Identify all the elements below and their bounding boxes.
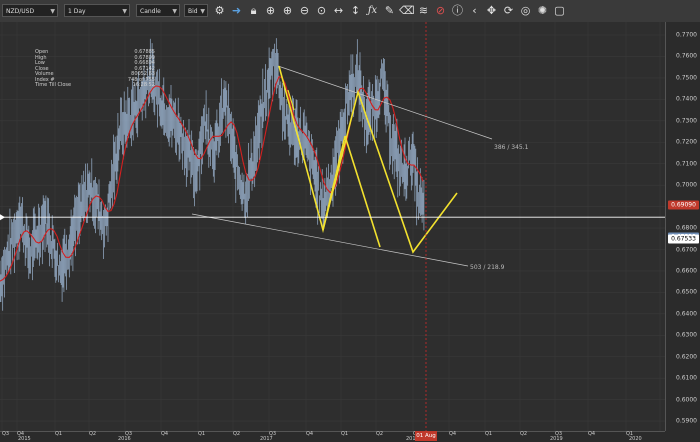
lock-icon[interactable]: 🔒︎ [246, 3, 261, 18]
price-axis[interactable]: 0.7700 0.7600 0.7500 0.7400 0.7300 0.7200 0.71… [665, 22, 700, 431]
price-tick-label: 0.6000 [676, 396, 697, 404]
pattern-segment [344, 135, 381, 248]
period-label: 1 Day [68, 8, 86, 15]
upper-channel-label: 386 / 345.1 [494, 144, 529, 151]
price-tick-label: 0.6600 [676, 267, 697, 275]
price-tick-label: 0.6100 [676, 374, 697, 382]
quarter-label: Q1 [485, 431, 493, 437]
refresh-icon[interactable]: ⟳ [501, 3, 516, 18]
price-tick-label: 0.7100 [676, 160, 697, 168]
chart-type-label: Candle [140, 8, 161, 15]
maximize-icon[interactable]: ▢ [552, 3, 567, 18]
arrow-right-icon[interactable]: ➜ [229, 3, 244, 18]
info-value: 16:28:52 [132, 82, 155, 88]
ohlc-info-panel: Open 0.67885 High 0.67899 Low 0.66894 Close 0.6… [35, 49, 155, 89]
horizontal-resize-icon[interactable]: ↔ [331, 3, 346, 18]
time-axis[interactable]: Q3Q4Q1Q2Q3Q4Q1Q2Q3Q4Q1Q2Q3Q4Q1Q2Q3Q4Q120… [0, 431, 665, 442]
layers-icon[interactable]: ≋ [416, 3, 431, 18]
price-tick-label: 0.6400 [676, 310, 697, 318]
info-label: Time Till Close [35, 82, 72, 88]
quarter-label: Q1 [55, 431, 63, 437]
zoom-out-icon[interactable]: ⊖ [297, 3, 312, 18]
fx-icon[interactable]: ƒx [365, 3, 380, 18]
quarter-label: Q3 [2, 431, 10, 437]
price-side-select[interactable]: Bid ▼ [184, 4, 208, 17]
quarter-label: Q4 [161, 431, 169, 437]
pencil-icon[interactable]: ✎ [382, 3, 397, 18]
quarter-label: Q1 [198, 431, 206, 437]
chevron-left-icon[interactable]: ‹ [467, 3, 482, 18]
chart-area[interactable]: Open 0.67885 High 0.67899 Low 0.66894 Close 0.6… [0, 22, 665, 431]
price-tick-label: 0.6200 [676, 353, 697, 361]
quarter-label: Q2 [376, 431, 384, 437]
quarter-label: Q2 [89, 431, 97, 437]
quarter-label: Q4 [449, 431, 457, 437]
quarter-label: Q4 [588, 431, 596, 437]
symbol-select[interactable]: NZD/USD ▼ [2, 4, 58, 17]
moving-average-line [0, 76, 424, 282]
price-tick-label: 0.7000 [676, 181, 697, 189]
quarter-label: Q1 [341, 431, 349, 437]
ban-icon[interactable]: ⊘ [433, 3, 448, 18]
crosshair-price-tag: 0.67533 [668, 234, 699, 244]
quarter-label: Q2 [233, 431, 241, 437]
ma-price-tag: 0.69090 [668, 200, 699, 210]
chart-type-select[interactable]: Candle ▼ [136, 4, 180, 17]
year-label: 2016 [118, 436, 131, 442]
price-tick-label: 0.7200 [676, 138, 697, 146]
cursor-date-tag: 01 Aug [415, 431, 437, 441]
price-side-label: Bid [188, 8, 198, 15]
price-tick-label: 0.7700 [676, 31, 697, 39]
arrow-right-icon [0, 214, 5, 221]
price-tick-label: 0.7400 [676, 95, 697, 103]
chevron-down-icon: ▼ [50, 8, 55, 15]
symbol-label: NZD/USD [6, 8, 35, 15]
info-row: Time Till Close 16:28:52 [35, 82, 155, 89]
price-tick-label: 0.5900 [676, 417, 697, 425]
price-tick-label: 0.7500 [676, 74, 697, 82]
price-tick-label: 0.6800 [676, 224, 697, 232]
price-tick-label: 0.7300 [676, 117, 697, 125]
target-icon[interactable]: ◎ [518, 3, 533, 18]
info-icon[interactable]: ⓘ [450, 3, 465, 18]
chevron-down-icon: ▼ [122, 8, 127, 15]
zoom-in-icon[interactable]: ⊕ [280, 3, 295, 18]
year-label: 2017 [260, 436, 273, 442]
gear-icon[interactable]: ⚙ [212, 3, 227, 18]
pan-icon[interactable]: ✥ [484, 3, 499, 18]
pattern-segment [322, 135, 346, 231]
year-label: 2015 [18, 436, 31, 442]
price-tick-label: 0.6500 [676, 288, 697, 296]
period-select[interactable]: 1 Day ▼ [64, 4, 130, 17]
quarter-label: Q4 [306, 431, 314, 437]
price-tick-label: 0.6700 [676, 246, 697, 253]
year-label: 2019 [550, 436, 563, 442]
lower-channel-line [191, 213, 469, 267]
chevron-down-icon: ▼ [200, 8, 205, 15]
price-tick-label: 0.7600 [676, 52, 697, 60]
price-tick-label: 0.6300 [676, 331, 697, 339]
crosshair-icon[interactable]: ⊕ [263, 3, 278, 18]
toolbar: NZD/USD ▼ 1 Day ▼ Candle ▼ Bid ▼ ⚙ ➜ 🔒︎ ⊕ ⊕ … [0, 0, 700, 23]
eraser-icon[interactable]: ⌫ [399, 3, 415, 18]
lower-channel-label: 503 / 218.9 [470, 264, 505, 271]
zoom-fit-icon[interactable]: ⊙ [314, 3, 329, 18]
settings-icon[interactable]: ✺ [535, 3, 550, 18]
vertical-resize-icon[interactable]: ↕ [348, 3, 363, 18]
quarter-label: Q2 [520, 431, 528, 437]
chevron-down-icon: ▼ [172, 8, 177, 15]
year-label: 2020 [629, 436, 642, 442]
